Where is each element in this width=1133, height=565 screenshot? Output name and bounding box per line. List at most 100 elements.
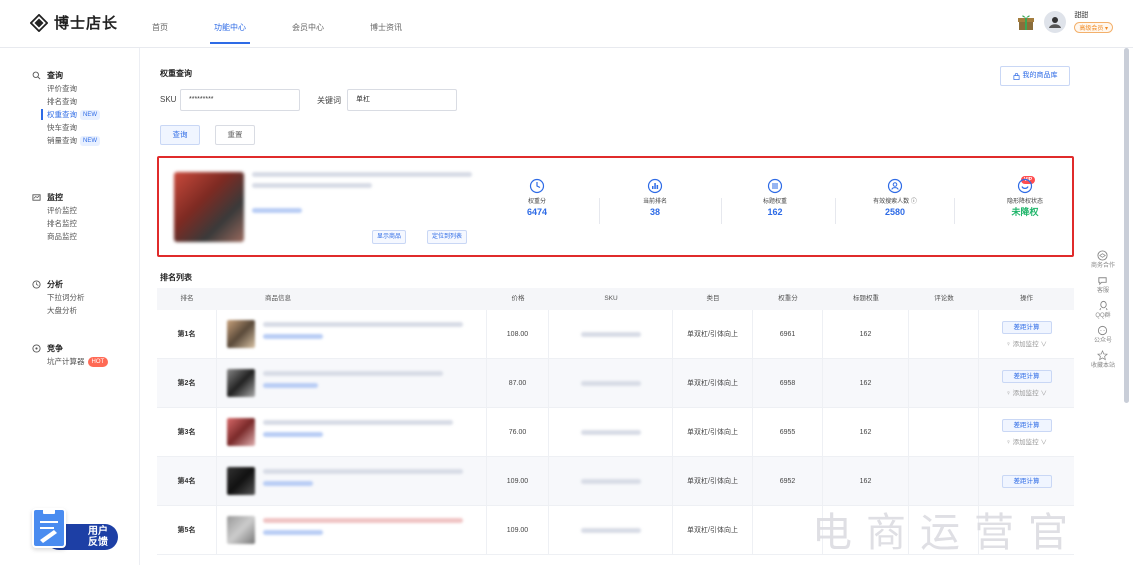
sidebar-head-analysis[interactable]: 分析 <box>0 277 140 291</box>
add-monitor-dropdown[interactable]: ♀ 添加监控 ∨ <box>1006 436 1047 446</box>
price-cell: 76.00 <box>487 408 549 456</box>
float-qq[interactable]: QQ群 <box>1095 300 1111 320</box>
user-info[interactable]: 甜甜 高级会员 ▾ <box>1074 10 1113 33</box>
product-cell[interactable] <box>217 310 487 358</box>
logo-icon <box>30 13 48 32</box>
stat-value: 未降权 <box>1011 207 1039 217</box>
product-subtitle-blurred <box>252 183 372 188</box>
watermark-text: 电商运营官 <box>812 510 1082 556</box>
user-name: 甜甜 <box>1074 12 1089 19</box>
keyword-input[interactable]: 单杠 <box>347 89 457 111</box>
nav-news[interactable]: 博士资讯 <box>370 0 402 48</box>
product-cell[interactable] <box>217 457 487 505</box>
col-rank: 排名 <box>180 295 194 302</box>
sidebar-head-label: 分析 <box>47 279 63 289</box>
stat-value: 162 <box>767 207 783 217</box>
product-cell[interactable] <box>217 506 487 554</box>
gap-calc-button[interactable]: 差距计算 <box>1001 369 1052 383</box>
product-thumb <box>227 418 255 446</box>
sidebar-item-label: 评价查询 <box>47 84 77 93</box>
sidebar-item-label: 排名查询 <box>47 97 77 106</box>
gift-icon[interactable] <box>1016 12 1036 32</box>
sidebar-item-express-query[interactable]: 快车查询 <box>0 121 140 134</box>
gap-calc-button[interactable]: 差距计算 <box>1001 418 1052 432</box>
category-cell: 单双杠/引体向上 <box>673 359 753 407</box>
sku-input[interactable]: ********* <box>180 89 300 111</box>
product-cell[interactable] <box>217 359 487 407</box>
sidebar-item-rank-monitor[interactable]: 排名监控 <box>0 217 140 230</box>
gap-calc-button[interactable]: 差距计算 <box>1001 320 1052 334</box>
add-monitor-dropdown[interactable]: ♀ 添加监控 ∨ <box>1006 387 1047 397</box>
search-button[interactable]: 查询 <box>160 125 200 145</box>
sidebar-item-product-monitor[interactable]: 商品监控 <box>0 230 140 243</box>
qq-icon <box>1098 300 1108 311</box>
gap-calc-button[interactable]: 差距计算 <box>1001 474 1052 488</box>
add-monitor-dropdown[interactable]: ♀ 添加监控 ∨ <box>1006 338 1047 348</box>
sidebar-item-weight-query[interactable]: 权重查询 NEW <box>0 108 140 121</box>
show-product-button[interactable]: 显示商品 <box>372 230 407 244</box>
shield-icon <box>1017 178 1033 194</box>
rank-cell: 第1名 <box>177 331 196 338</box>
brand-logo[interactable]: 博士店长 <box>30 12 118 33</box>
product-cell[interactable] <box>217 408 487 456</box>
member-badge[interactable]: 高级会员 ▾ <box>1074 22 1113 33</box>
locate-in-list-button[interactable]: 定位到列表 <box>427 230 468 244</box>
product-shop-blurred <box>263 481 313 486</box>
avatar[interactable] <box>1044 10 1067 33</box>
sidebar-head-compete[interactable]: 竞争 <box>0 341 140 355</box>
sidebar-item-review-query[interactable]: 评价查询 <box>0 82 140 95</box>
sku-label: SKU <box>160 95 177 104</box>
clipboard-icon <box>32 508 66 548</box>
weight-cell: 6958 <box>753 359 823 407</box>
sidebar: 查询 评价查询 排名查询 权重查询 NEW 快车查询 销量查询 NEW 监控 评价监… <box>0 48 140 565</box>
stat-hidden-downgrade: 隐形降权状态 未降权 <box>970 178 1080 218</box>
users-icon <box>887 178 903 194</box>
sidebar-item-pit-calculator[interactable]: 坑产计算器 HOT <box>0 355 140 368</box>
float-service[interactable]: 客服 <box>1097 275 1109 295</box>
price-cell: 87.00 <box>487 359 549 407</box>
product-title-blurred <box>263 469 463 474</box>
sku-cell <box>549 506 673 554</box>
sidebar-head-label: 监控 <box>47 192 63 202</box>
compass-icon <box>32 343 41 353</box>
col-sku: SKU <box>604 295 618 302</box>
float-label: 收藏本站 <box>1090 363 1115 369</box>
product-image[interactable] <box>174 172 244 242</box>
stat-value: 38 <box>649 207 660 217</box>
reviews-cell <box>909 408 979 456</box>
sidebar-item-label: 下拉词分析 <box>47 293 85 302</box>
scrollbar[interactable] <box>1124 48 1129 403</box>
my-product-library-button[interactable]: 我的商品库 <box>1000 66 1070 86</box>
sidebar-head-query[interactable]: 查询 <box>0 68 140 82</box>
float-business[interactable]: 商务合作 <box>1091 250 1115 270</box>
col-product: 商品信息 <box>265 295 291 302</box>
sidebar-item-sales-query[interactable]: 销量查询 NEW <box>0 134 140 147</box>
sidebar-item-dropdown-analysis[interactable]: 下拉词分析 <box>0 291 140 304</box>
sidebar-item-market-analysis[interactable]: 大盘分析 <box>0 304 140 317</box>
float-favorite[interactable]: 收藏本站 <box>1091 350 1115 370</box>
table-row: 第1名 108.00 单双杠/引体向上 6961 162 差距计算 ♀ 添加监控… <box>157 310 1074 359</box>
stat-label: 当前排名 <box>642 199 667 205</box>
nav-member[interactable]: 会员中心 <box>292 0 324 48</box>
actions-cell: 差距计算 ♀ 添加监控 ∨ <box>979 310 1074 358</box>
nav-home[interactable]: 首页 <box>152 0 168 48</box>
divider <box>835 198 836 224</box>
feedback-button[interactable]: 用户 反馈 <box>32 508 118 552</box>
hot-badge: HOT <box>87 356 109 367</box>
chat-icon <box>1098 277 1108 286</box>
price-cell: 109.00 <box>487 457 549 505</box>
brand-name: 博士店长 <box>54 15 119 32</box>
price-cell: 109.00 <box>487 506 549 554</box>
sidebar-item-review-monitor[interactable]: 评价监控 <box>0 204 140 217</box>
nav-features[interactable]: 功能中心 <box>210 0 250 48</box>
reset-button[interactable]: 重置 <box>215 125 255 145</box>
rank-cell: 第2名 <box>177 380 196 387</box>
bar-chart-icon <box>647 178 663 194</box>
float-wechat[interactable]: 公众号 <box>1094 325 1112 345</box>
product-title-blurred <box>263 420 453 425</box>
top-header: 博士店长 首页 功能中心 会员中心 博士资讯 甜甜 高级会员 ▾ <box>0 0 1133 48</box>
stat-label: 有效搜索人数 ⓘ <box>873 199 917 205</box>
sidebar-head-monitor[interactable]: 监控 <box>0 190 140 204</box>
sidebar-item-rank-query[interactable]: 排名查询 <box>0 95 140 108</box>
sidebar-item-label: 商品监控 <box>47 232 77 241</box>
